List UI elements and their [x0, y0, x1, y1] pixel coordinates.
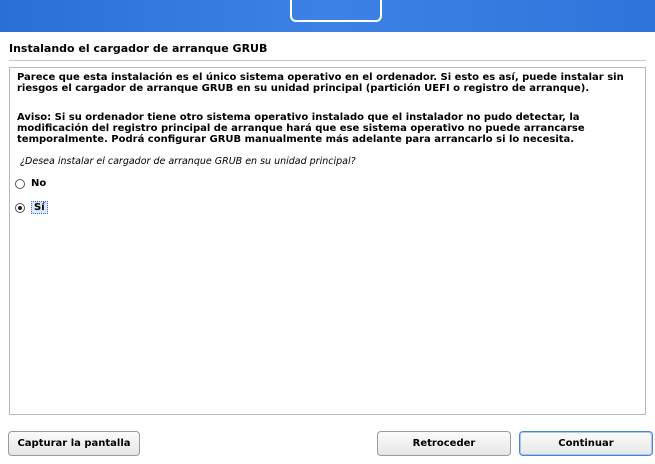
title-divider: [9, 60, 646, 61]
page-title: Instalando el cargador de arranque GRUB: [9, 42, 268, 55]
continue-button[interactable]: Continuar: [519, 431, 653, 456]
capture-screen-button[interactable]: Capturar la pantalla: [8, 431, 140, 456]
option-no-label: No: [31, 178, 47, 189]
back-button[interactable]: Retroceder: [377, 431, 511, 456]
question-text: ¿Desea instalar el cargador de arranque …: [20, 156, 356, 167]
radio-si[interactable]: [15, 202, 25, 213]
option-si[interactable]: Sí: [15, 201, 48, 214]
radio-no[interactable]: [15, 178, 25, 189]
warning-paragraph: Aviso: Si su ordenador tiene otro sistem…: [17, 112, 585, 145]
option-no[interactable]: No: [15, 178, 46, 189]
content-panel: Parece que esta instalación es el único …: [9, 67, 646, 415]
kali-banner: [0, 0, 655, 32]
info-paragraph: Parece que esta instalación es el único …: [17, 72, 624, 94]
option-si-label: Sí: [31, 201, 48, 214]
kali-logo: [290, 0, 382, 22]
